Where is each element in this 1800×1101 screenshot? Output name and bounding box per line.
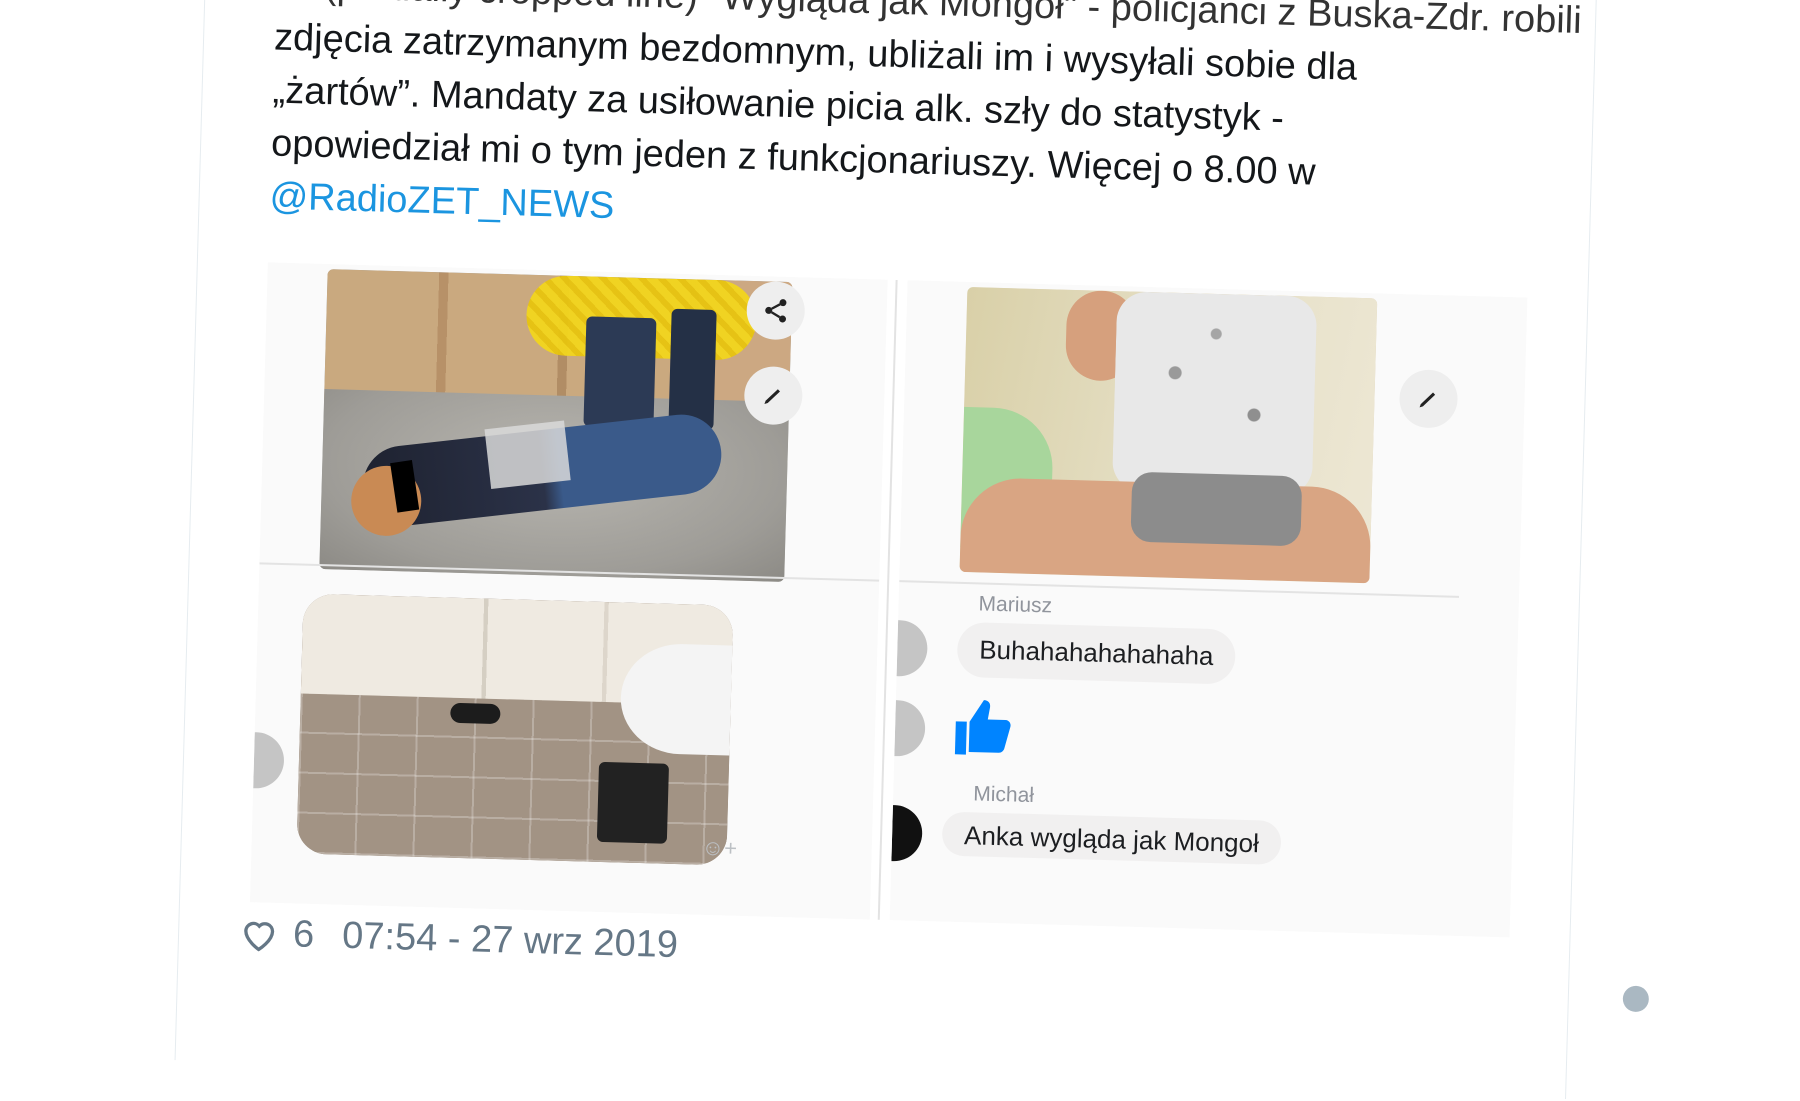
heart-icon (244, 921, 275, 951)
trash-bin (596, 761, 670, 844)
share-icon[interactable] (745, 280, 806, 341)
message-bubble[interactable]: Buhahahahahahaha (956, 621, 1237, 685)
photo-seated-person (959, 286, 1378, 584)
messenger-screenshot-left[interactable]: ☺+ (249, 262, 888, 920)
message-sender: Mariusz (978, 592, 1053, 618)
avatar (253, 732, 285, 790)
avatar (891, 805, 923, 862)
tweet-text: … (partially cropped line) "Wygląda jak … (269, 0, 1582, 259)
standing-legs (583, 316, 657, 429)
messenger-screenshot-right[interactable]: Mariusz Buhahahahahahaha Michał Anka wyg… (889, 280, 1528, 938)
message-sender: Michał (972, 782, 1035, 808)
shirt-print (484, 420, 571, 490)
tweet-media[interactable]: ☺+ Mariusz Buhahahahahahaha Michał Anka … (249, 262, 1528, 938)
gray-shorts (1130, 471, 1303, 547)
tweet-timestamp[interactable]: 07:54 - 27 wrz 2019 (342, 915, 679, 967)
shoe (450, 702, 501, 725)
like-button[interactable]: 6 (239, 912, 315, 957)
standing-legs (668, 308, 717, 430)
avatar (894, 700, 926, 757)
pencil-icon[interactable] (743, 365, 804, 426)
message-bubble[interactable]: Anka wygląda jak Mongoł (941, 811, 1282, 865)
photo-restroom (296, 593, 734, 866)
pencil-icon[interactable] (1398, 369, 1459, 429)
add-reaction-icon[interactable]: ☺+ (701, 835, 737, 862)
thumbs-up-icon[interactable] (949, 692, 1017, 764)
tweet-card: … (partially cropped line) "Wygląda jak … (174, 0, 1650, 1100)
avatar (896, 620, 929, 677)
like-count: 6 (292, 913, 315, 956)
patterned-shirt (1111, 291, 1318, 497)
tweet-footer: 6 07:54 - 27 wrz 2019 (239, 912, 679, 967)
photo-person-on-floor (319, 269, 793, 582)
